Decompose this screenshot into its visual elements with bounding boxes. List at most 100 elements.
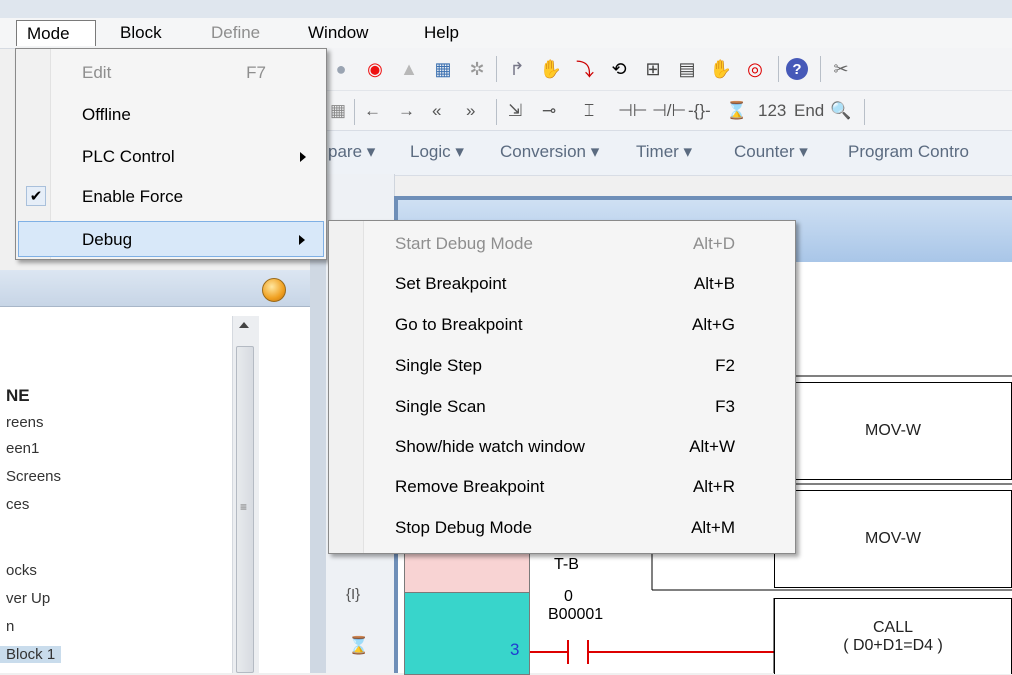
menu-item-single-step[interactable]: Single Step F2 bbox=[331, 346, 793, 386]
table-icon[interactable]: ▦ bbox=[430, 56, 456, 82]
no-contact-icon[interactable]: ⊣⊢ bbox=[618, 98, 648, 124]
menu-item-go-to-breakpoint[interactable]: Go to Breakpoint Alt+G bbox=[331, 305, 793, 345]
rung-number: 3 bbox=[510, 640, 520, 659]
menu-item-remove-breakpoint[interactable]: Remove Breakpoint Alt+R bbox=[331, 467, 793, 507]
panel-orb-icon[interactable] bbox=[262, 278, 286, 302]
grid-icon[interactable]: ▦ bbox=[330, 98, 346, 124]
coil-icon[interactable]: -{}- bbox=[688, 98, 711, 124]
tree-item-root[interactable]: NE bbox=[6, 386, 30, 406]
step-over-icon[interactable]: ⟲ bbox=[606, 56, 632, 82]
menu-item-label: Go to Breakpoint bbox=[395, 315, 523, 334]
category-program-control[interactable]: Program Contro bbox=[848, 139, 969, 165]
grip-icon: ≡ bbox=[240, 500, 248, 514]
find-icon[interactable]: 🔍 bbox=[830, 98, 851, 124]
contact-label-tb: T-B bbox=[554, 556, 579, 573]
menu-item-label: Remove Breakpoint bbox=[395, 477, 545, 496]
menu-item-label: PLC Control bbox=[82, 147, 175, 166]
function-block-mov-w[interactable]: MOV-W bbox=[774, 490, 1012, 588]
menu-item-start-debug-mode[interactable]: Start Debug Mode Alt+D bbox=[331, 224, 793, 264]
menu-bar: Mode Block Define Window Help bbox=[0, 18, 1012, 49]
menu-item-shortcut: F2 bbox=[715, 356, 735, 375]
menu-item-label: Start Debug Mode bbox=[395, 234, 533, 253]
nc-contact-icon[interactable]: ⊣/⊢ bbox=[652, 98, 686, 124]
arrow-right-icon[interactable]: → bbox=[398, 98, 415, 124]
mode-menu: Edit F7 Offline PLC Control ✔ Enable For… bbox=[15, 48, 327, 260]
number-icon[interactable]: 123 bbox=[758, 98, 786, 124]
tree-item[interactable]: ocks bbox=[6, 562, 37, 579]
tree-item-selected[interactable]: Block 1 bbox=[0, 646, 62, 663]
menu-block[interactable]: Block bbox=[110, 20, 172, 46]
stop-record-icon[interactable]: ◉ bbox=[362, 56, 388, 82]
function-block-mov-w[interactable]: MOV-W bbox=[774, 382, 1012, 480]
monitor-icon[interactable]: ▤ bbox=[674, 56, 700, 82]
title-strip bbox=[0, 0, 1012, 19]
toolbar-separator bbox=[864, 99, 865, 125]
category-logic[interactable]: Logic ▾ bbox=[410, 139, 464, 165]
menu-item-shortcut: Alt+W bbox=[689, 437, 735, 456]
menu-item-show-hide-watch-window[interactable]: Show/hide watch window Alt+W bbox=[331, 427, 793, 467]
tree-item[interactable]: ver Up bbox=[6, 590, 50, 607]
toolbar-ladder: ▦ ← → « » ⇲ ⊸ ⌶ ⊣⊢ ⊣/⊢ -{}- ⌛ 123 End 🔍 bbox=[326, 90, 1012, 131]
force-hand-icon[interactable]: ✋ bbox=[708, 56, 734, 82]
warning-icon[interactable]: ▲ bbox=[396, 56, 422, 82]
category-counter[interactable]: Counter ▾ bbox=[734, 139, 808, 165]
menu-item-label: Set Breakpoint bbox=[395, 274, 507, 293]
menu-item-label: Debug bbox=[82, 230, 133, 249]
arrow-left-icon[interactable]: ← bbox=[364, 98, 381, 124]
menu-mode[interactable]: Mode bbox=[16, 20, 96, 46]
menu-item-shortcut: F7 bbox=[246, 63, 266, 82]
block-sublabel: ( D0+D1=D4 ) bbox=[843, 636, 943, 654]
category-conversion[interactable]: Conversion ▾ bbox=[500, 139, 599, 165]
double-right-icon[interactable]: » bbox=[466, 98, 475, 124]
step-icon[interactable]: ↱ bbox=[504, 56, 530, 82]
menu-item-shortcut: Alt+D bbox=[692, 234, 735, 253]
horizontal-line-icon[interactable]: ⊸ bbox=[542, 98, 556, 124]
vertical-line-icon[interactable]: ⌶ bbox=[584, 98, 594, 124]
category-compare[interactable]: pare ▾ bbox=[328, 139, 375, 165]
contact-label-value: 0 bbox=[564, 588, 573, 605]
project-panel: NE reens een1 Screens ces ocks ver Up n … bbox=[0, 270, 311, 673]
menu-item-shortcut: Alt+G bbox=[692, 315, 735, 334]
end-icon[interactable]: End bbox=[794, 98, 824, 124]
menu-item-set-breakpoint[interactable]: Set Breakpoint Alt+B bbox=[331, 264, 793, 304]
menu-item-shortcut: Alt+B bbox=[693, 274, 735, 293]
block-label: MOV-W bbox=[865, 530, 921, 547]
tree-item[interactable]: ces bbox=[6, 496, 29, 513]
submenu-arrow-icon bbox=[300, 152, 306, 162]
play-icon[interactable]: ● bbox=[328, 56, 354, 82]
hand-icon[interactable]: ✋ bbox=[538, 56, 564, 82]
timer-side-icon[interactable]: ⌛ bbox=[348, 636, 369, 656]
menu-item-label: Single Scan bbox=[395, 397, 486, 416]
step-into-icon[interactable]: ⤵ bbox=[572, 56, 598, 82]
menu-item-edit[interactable]: Edit F7 bbox=[18, 55, 324, 91]
menu-help[interactable]: Help bbox=[414, 20, 469, 46]
instruction-bracket-icon[interactable]: {I} bbox=[346, 586, 360, 603]
breakpoint-icon[interactable]: ◎ bbox=[742, 56, 768, 82]
menu-item-stop-debug-mode[interactable]: Stop Debug Mode Alt+M bbox=[331, 508, 793, 548]
cut-icon[interactable]: ✂ bbox=[828, 56, 854, 82]
select-cursor-icon[interactable]: ⇲ bbox=[508, 98, 522, 124]
block-label: CALL bbox=[872, 618, 914, 636]
help-icon[interactable]: ? bbox=[786, 58, 808, 80]
timer-icon[interactable]: ⌛ bbox=[726, 98, 747, 124]
menu-item-plc-control[interactable]: PLC Control bbox=[18, 139, 324, 175]
scroll-up-icon[interactable] bbox=[239, 322, 249, 328]
menu-define[interactable]: Define bbox=[201, 20, 270, 46]
menu-item-debug[interactable]: Debug bbox=[18, 221, 324, 257]
menu-item-shortcut: Alt+M bbox=[691, 518, 735, 537]
submenu-arrow-icon bbox=[299, 235, 305, 245]
menu-item-offline[interactable]: Offline bbox=[18, 97, 324, 133]
tree-item[interactable]: n bbox=[6, 618, 14, 635]
menu-item-single-scan[interactable]: Single Scan F3 bbox=[331, 387, 793, 427]
menu-item-enable-force[interactable]: ✔ Enable Force bbox=[18, 179, 324, 215]
menu-window[interactable]: Window bbox=[298, 20, 378, 46]
function-block-call[interactable]: CALL ( D0+D1=D4 ) bbox=[774, 598, 1012, 674]
settings-icon[interactable]: ✲ bbox=[464, 56, 490, 82]
tree-item[interactable]: Screens bbox=[6, 468, 61, 485]
tree-item[interactable]: een1 bbox=[6, 440, 39, 457]
io-icon[interactable]: ⊞ bbox=[640, 56, 666, 82]
double-left-icon[interactable]: « bbox=[432, 98, 441, 124]
category-timer[interactable]: Timer ▾ bbox=[636, 139, 692, 165]
menu-item-label: Enable Force bbox=[82, 187, 184, 206]
tree-item[interactable]: reens bbox=[6, 414, 44, 431]
